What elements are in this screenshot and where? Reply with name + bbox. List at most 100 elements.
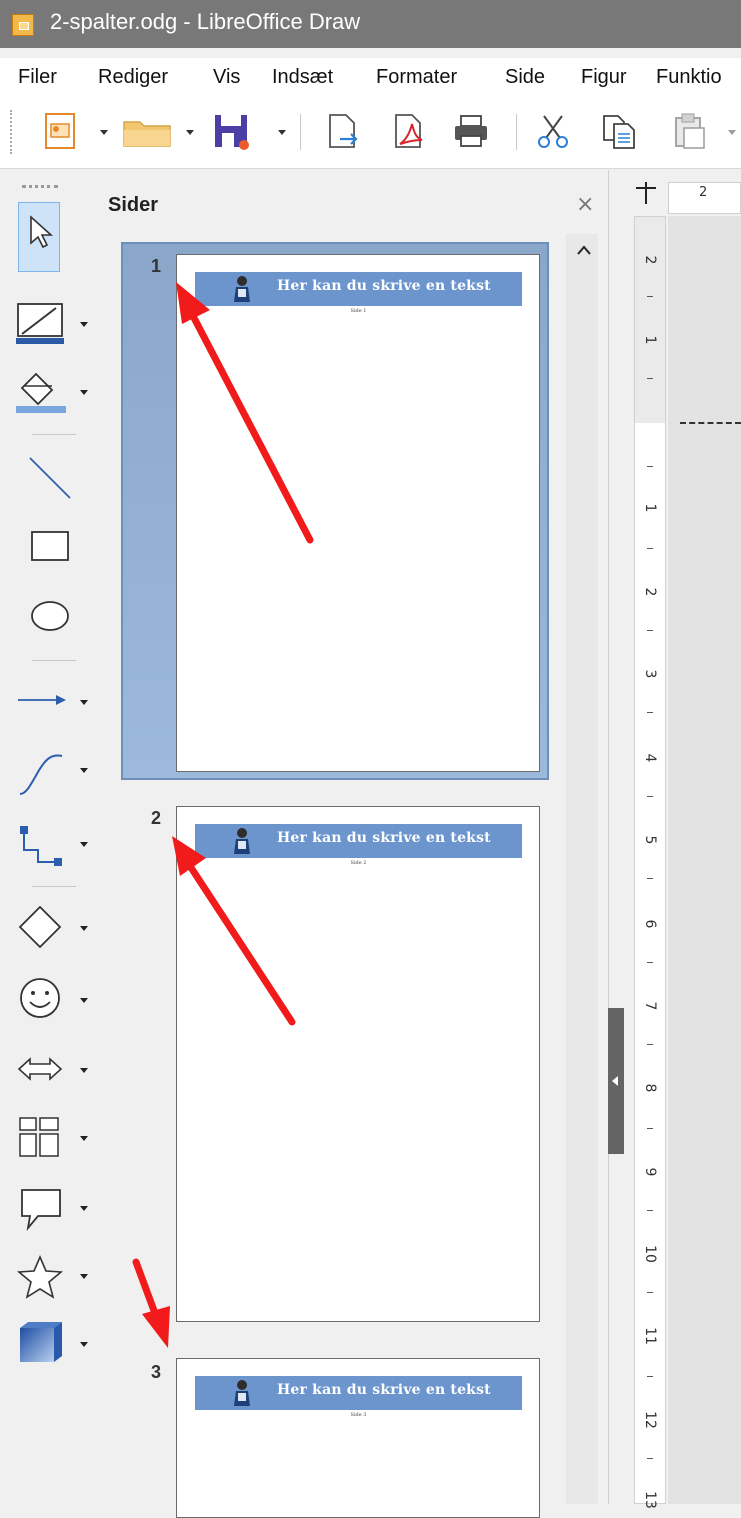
ruler-tick xyxy=(647,548,653,549)
callouts-icon[interactable] xyxy=(18,1186,66,1232)
stars-dropdown[interactable] xyxy=(80,1274,88,1279)
ruler-label: 1 xyxy=(642,503,658,513)
pages-scrollbar[interactable] xyxy=(566,234,598,1504)
page-heading: Her kan du skrive en tekst xyxy=(277,830,491,846)
ruler-label: 8 xyxy=(642,1083,658,1093)
select-arrow-icon xyxy=(30,215,54,249)
3d-objects-icon[interactable] xyxy=(18,1320,64,1366)
templates-dropdown[interactable] xyxy=(100,130,108,135)
title-bar: 2-spalter.odg - LibreOffice Draw xyxy=(0,0,741,48)
ruler-label: 10 xyxy=(642,1245,658,1263)
menu-vis[interactable]: Vis xyxy=(213,66,240,89)
toolbar-grip[interactable] xyxy=(10,110,16,154)
annotation-arrow-2 xyxy=(172,836,296,1026)
copy-icon[interactable] xyxy=(600,112,638,150)
callouts-dropdown[interactable] xyxy=(80,1206,88,1211)
line-color-icon[interactable] xyxy=(16,302,66,346)
export-pdf-icon[interactable] xyxy=(388,112,426,150)
page-thumbnail-3[interactable]: Her kan du skrive en tekst Side 3 xyxy=(176,1358,540,1518)
paste-dropdown[interactable] xyxy=(728,130,736,135)
symbol-shapes-dropdown[interactable] xyxy=(80,998,88,1003)
templates-icon[interactable] xyxy=(42,112,80,150)
vertical-ruler-labels: 2 1 1 2 3 4 5 6 7 8 9 10 11 12 13 xyxy=(634,216,666,1509)
export-icon[interactable] xyxy=(322,112,360,150)
drawing-canvas[interactable] xyxy=(668,216,741,1504)
annotation-arrow-1 xyxy=(176,282,314,544)
page-border-line xyxy=(680,422,741,426)
save-icon[interactable] xyxy=(212,112,250,150)
ruler-label: 2 xyxy=(642,255,658,265)
toolbar-separator xyxy=(32,434,76,435)
toolbar-grip[interactable] xyxy=(22,185,58,192)
libreoffice-draw-icon xyxy=(12,14,34,36)
annotation-arrow-3 xyxy=(132,1258,170,1348)
horizontal-ruler[interactable]: 2 xyxy=(668,182,741,214)
menu-side[interactable]: Side xyxy=(505,66,545,89)
basic-shapes-dropdown[interactable] xyxy=(80,926,88,931)
menu-rediger[interactable]: Rediger xyxy=(98,66,168,89)
close-icon[interactable]: × xyxy=(576,192,594,217)
scroll-up-icon[interactable] xyxy=(577,240,591,259)
ruler-tick xyxy=(647,466,653,467)
ruler-tick xyxy=(647,296,653,297)
line-arrow-icon[interactable] xyxy=(16,688,70,712)
panel-divider[interactable] xyxy=(608,170,625,1504)
menu-figur[interactable]: Figur xyxy=(581,66,627,89)
page-heading: Her kan du skrive en tekst xyxy=(277,1382,491,1398)
ellipse-icon[interactable] xyxy=(30,600,70,634)
toolbar-separator xyxy=(300,114,301,150)
save-dropdown[interactable] xyxy=(278,130,286,135)
ruler-tick xyxy=(647,1210,653,1211)
ruler-origin-icon[interactable] xyxy=(634,180,662,212)
ruler-tick xyxy=(647,712,653,713)
line-color-dropdown[interactable] xyxy=(80,322,88,327)
collapse-panel-button[interactable] xyxy=(608,1008,624,1154)
symbol-shapes-icon[interactable] xyxy=(18,976,64,1022)
select-tool-button[interactable] xyxy=(18,202,60,272)
ruler-label: 4 xyxy=(642,753,658,763)
fill-color-dropdown[interactable] xyxy=(80,390,88,395)
ruler-tick xyxy=(647,1292,653,1293)
stars-icon[interactable] xyxy=(16,1254,64,1300)
pages-panel-title: Sider xyxy=(108,194,159,216)
connector-dropdown[interactable] xyxy=(80,842,88,847)
ruler-label: 6 xyxy=(642,919,658,929)
curve-dropdown[interactable] xyxy=(80,768,88,773)
menu-funktioner[interactable]: Funktio xyxy=(656,66,722,89)
3d-objects-dropdown[interactable] xyxy=(80,1342,88,1347)
flowchart-icon[interactable] xyxy=(18,1116,62,1160)
line-icon[interactable] xyxy=(26,454,74,502)
rectangle-icon[interactable] xyxy=(30,530,70,564)
flowchart-dropdown[interactable] xyxy=(80,1136,88,1141)
connector-icon[interactable] xyxy=(16,824,66,868)
ruler-label: 5 xyxy=(642,835,658,845)
page-number: 2 xyxy=(151,808,162,828)
ruler-tick xyxy=(647,878,653,879)
ruler-tick xyxy=(647,962,653,963)
ruler-tick xyxy=(647,796,653,797)
ruler-label: 9 xyxy=(642,1167,658,1177)
open-folder-icon[interactable] xyxy=(120,112,176,150)
page-header-band: Her kan du skrive en tekst xyxy=(195,1376,522,1410)
cut-icon[interactable] xyxy=(534,112,572,150)
toolbar-separator xyxy=(32,660,76,661)
block-arrows-icon[interactable] xyxy=(16,1054,66,1084)
menu-indsaet[interactable]: Indsæt xyxy=(272,66,333,89)
menu-filer[interactable]: Filer xyxy=(18,66,57,89)
ruler-label: 1 xyxy=(642,335,658,345)
curve-icon[interactable] xyxy=(16,750,66,798)
ruler-label: 2 xyxy=(642,587,658,597)
ruler-label: 2 xyxy=(699,185,708,200)
fill-color-icon[interactable] xyxy=(16,368,68,416)
paste-icon[interactable] xyxy=(670,112,708,150)
print-icon[interactable] xyxy=(452,112,490,150)
ruler-tick xyxy=(647,378,653,379)
block-arrows-dropdown[interactable] xyxy=(80,1068,88,1073)
basic-shapes-icon[interactable] xyxy=(16,904,66,950)
menu-formater[interactable]: Formater xyxy=(376,66,457,89)
lines-arrows-dropdown[interactable] xyxy=(80,700,88,705)
open-dropdown[interactable] xyxy=(186,130,194,135)
toolbar-separator xyxy=(32,886,76,887)
ruler-tick xyxy=(647,1458,653,1459)
ruler-tick xyxy=(647,1044,653,1045)
